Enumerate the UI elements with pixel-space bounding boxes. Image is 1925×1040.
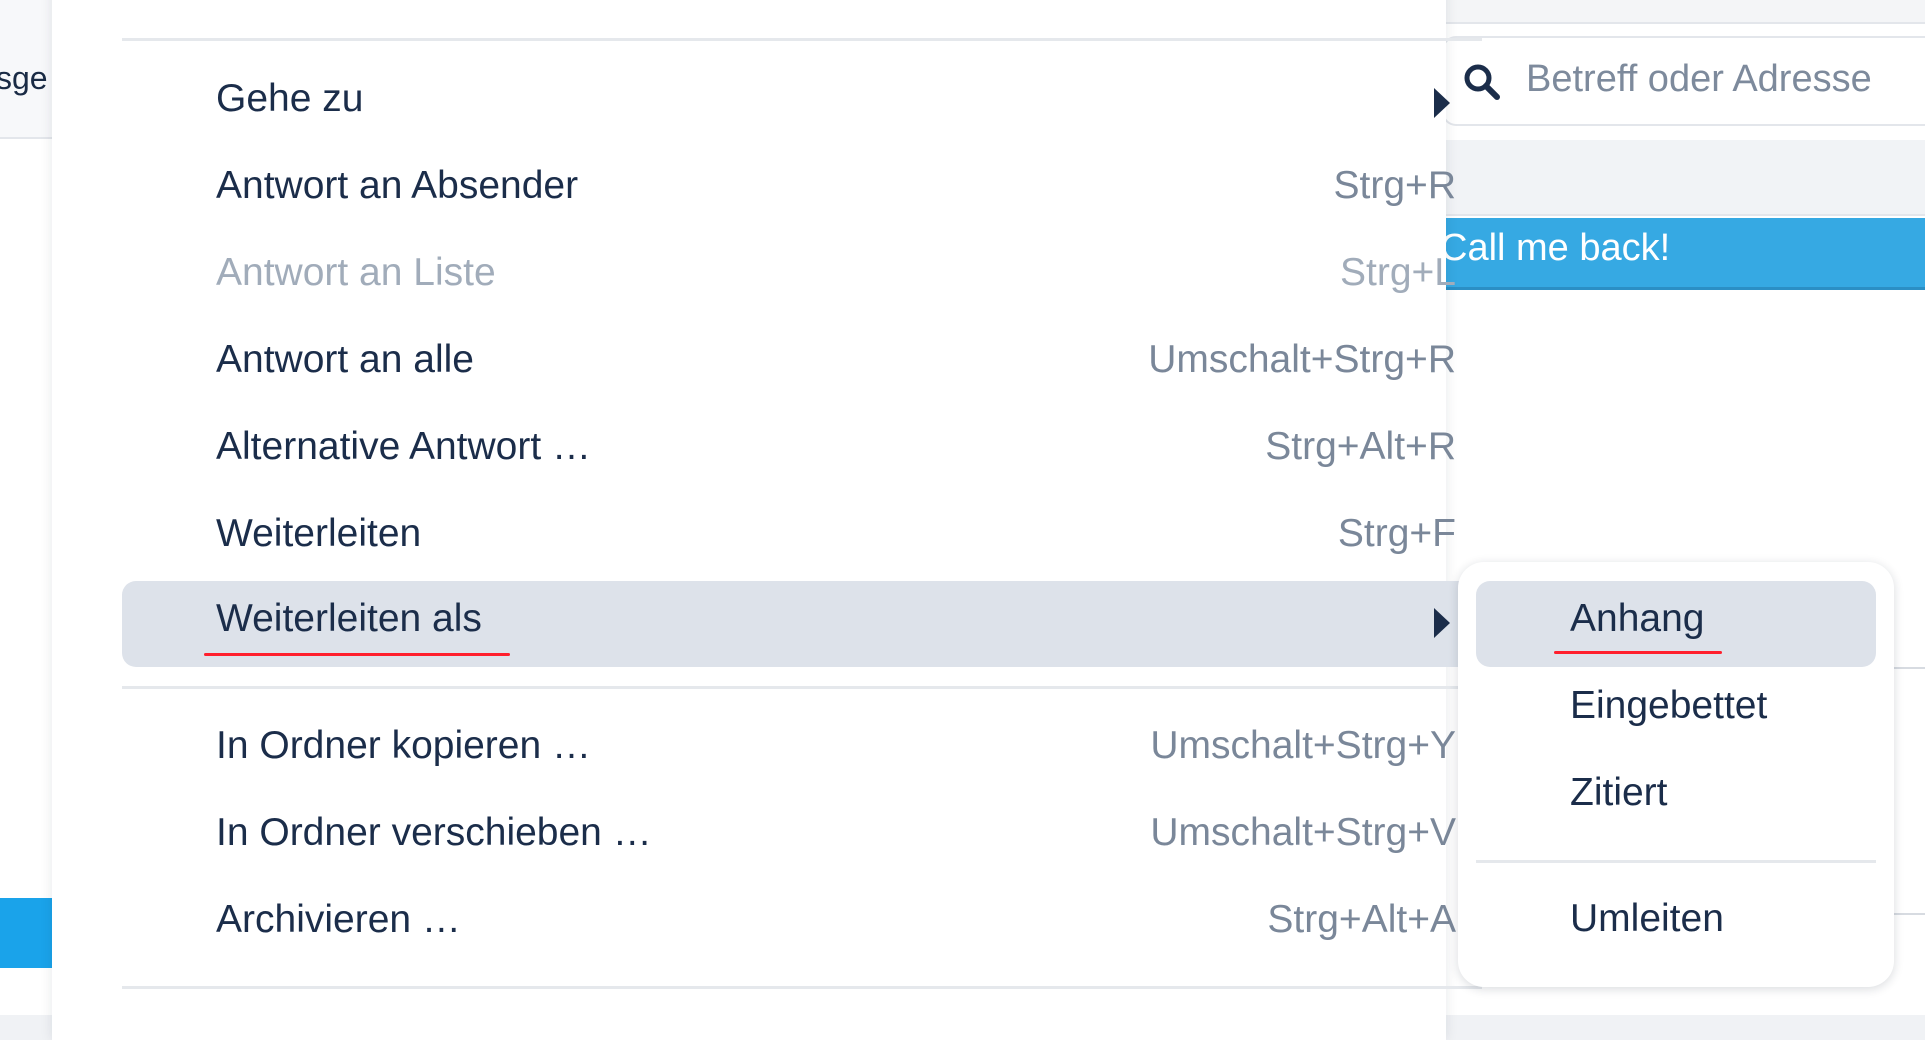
menu-item-archive[interactable]: Archivieren … Strg+Alt+A (122, 882, 1482, 968)
submenu-item-quoted[interactable]: Zitiert (1476, 755, 1876, 841)
message-list-header (1440, 140, 1925, 216)
submenu-arrow-icon (1434, 608, 1450, 638)
search-box[interactable]: Betreff oder Adresse (1442, 36, 1925, 126)
submenu-item-label: Anhang (1570, 597, 1705, 640)
annotation-underline (1554, 651, 1722, 654)
forward-as-submenu: Anhang Eingebettet Zitiert Umleiten (1458, 562, 1894, 987)
selected-message-row[interactable]: Call me back! (1440, 218, 1925, 290)
menu-item-shortcut: Umschalt+Strg+V (1150, 811, 1456, 854)
menu-item-copy-to-folder[interactable]: In Ordner kopieren … Umschalt+Strg+Y (122, 708, 1482, 794)
menu-item-shortcut: Umschalt+Strg+Y (1150, 724, 1456, 767)
submenu-arrow-icon (1434, 88, 1450, 118)
search-input[interactable]: Betreff oder Adresse (1526, 58, 1872, 101)
menu-item-label: In Ordner kopieren … (216, 724, 592, 767)
left-tab-label: sge (0, 60, 48, 96)
annotation-underline (204, 653, 510, 656)
menu-item-shortcut: Strg+R (1333, 164, 1456, 207)
menu-item-label: Alternative Antwort … (216, 425, 591, 468)
submenu-item-attachment[interactable]: Anhang (1476, 581, 1876, 667)
menu-item-reply-all[interactable]: Antwort an alle Umschalt+Strg+R (122, 322, 1482, 408)
menu-separator (122, 986, 1482, 989)
menu-item-label: Weiterleiten (216, 512, 422, 555)
menu-item-move-to-folder[interactable]: In Ordner verschieben … Umschalt+Strg+V (122, 795, 1482, 881)
menu-item-forward[interactable]: Weiterleiten Strg+F (122, 496, 1482, 582)
menu-item-forward-as[interactable]: Weiterleiten als (122, 581, 1482, 667)
menu-item-label: Archivieren … (216, 898, 461, 941)
menu-separator (122, 686, 1482, 689)
submenu-item-label: Zitiert (1570, 771, 1668, 814)
submenu-item-label: Umleiten (1570, 897, 1724, 940)
menu-item-shortcut: Strg+Alt+R (1265, 425, 1456, 468)
left-tab[interactable]: sge (0, 0, 60, 139)
menu-item-reply-sender[interactable]: Antwort an Absender Strg+R (122, 148, 1482, 234)
menu-item-goto[interactable]: Gehe zu (122, 61, 1482, 147)
left-active-indicator (0, 898, 60, 968)
menu-item-reply-list: Antwort an Liste Strg+L (122, 235, 1482, 321)
menu-item-label: Antwort an Absender (216, 164, 579, 207)
menu-item-shortcut: Umschalt+Strg+R (1148, 338, 1456, 381)
menu-item-shortcut: Strg+F (1337, 512, 1456, 555)
menu-item-alternative-reply[interactable]: Alternative Antwort … Strg+Alt+R (122, 409, 1482, 495)
menu-item-label: In Ordner verschieben … (216, 811, 652, 854)
menu-item-shortcut: Strg+L (1340, 251, 1456, 294)
context-menu: Gehe zu Antwort an Absender Strg+R Antwo… (52, 0, 1482, 1040)
left-pane (0, 0, 60, 1015)
menu-item-label: Antwort an Liste (216, 251, 496, 294)
menu-item-label: Antwort an alle (216, 338, 474, 381)
message-list-toolbar (1440, 0, 1925, 24)
menu-item-label: Weiterleiten als (216, 597, 482, 640)
menu-item-label: Gehe zu (216, 77, 364, 120)
submenu-item-inline[interactable]: Eingebettet (1476, 668, 1876, 754)
submenu-item-label: Eingebettet (1570, 684, 1768, 727)
menu-separator (1476, 860, 1876, 863)
submenu-item-redirect[interactable]: Umleiten (1476, 881, 1876, 967)
menu-item-shortcut: Strg+Alt+A (1267, 898, 1456, 941)
menu-separator (122, 38, 1482, 41)
